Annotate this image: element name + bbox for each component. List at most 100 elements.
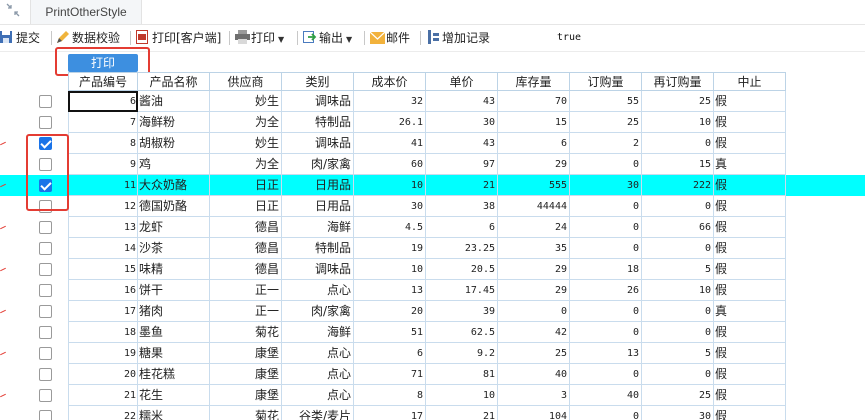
table-row[interactable]: 14 沙茶 德昌 特制品 19 23.25 35 0 0 假	[0, 238, 865, 259]
table-row[interactable]: 11 大众奶酪 日正 日用品 10 21 555 30 222 假	[0, 175, 865, 196]
cell-price[interactable]: 6	[426, 217, 498, 238]
cell-supplier[interactable]: 康堡	[210, 385, 282, 406]
cell-id[interactable]: 7	[68, 112, 138, 133]
cell-supplier[interactable]: 为全	[210, 154, 282, 175]
cell-ordered[interactable]: 40	[570, 385, 642, 406]
cell-id[interactable]: 13	[68, 217, 138, 238]
column-header[interactable]: 再订购量	[642, 72, 714, 91]
cell-price[interactable]: 21	[426, 406, 498, 420]
cell-stop[interactable]: 假	[714, 406, 786, 420]
column-header[interactable]: 单价	[426, 72, 498, 91]
cell-cost[interactable]: 20	[354, 301, 426, 322]
cell-stock[interactable]: 29	[498, 280, 570, 301]
cell-ordered[interactable]: 0	[570, 196, 642, 217]
cell-price[interactable]: 17.45	[426, 280, 498, 301]
cell-reorder[interactable]: 222	[642, 175, 714, 196]
column-header[interactable]: 类别	[282, 72, 354, 91]
column-header[interactable]: 产品名称	[138, 72, 210, 91]
cell-category[interactable]: 谷类/麦片	[282, 406, 354, 420]
cell-id[interactable]: 11	[68, 175, 138, 196]
cell-ordered[interactable]: 0	[570, 364, 642, 385]
table-row[interactable]: 12 德国奶酪 日正 日用品 30 38 44444 0 0 假	[0, 196, 865, 217]
cell-cost[interactable]: 41	[354, 133, 426, 154]
column-header[interactable]: 供应商	[210, 72, 282, 91]
cell-stock[interactable]: 25	[498, 343, 570, 364]
cell-id[interactable]: 14	[68, 238, 138, 259]
cell-cost[interactable]: 19	[354, 238, 426, 259]
row-checkbox[interactable]	[39, 263, 52, 276]
cell-price[interactable]: 43	[426, 91, 498, 112]
cell-name[interactable]: 鸡	[138, 154, 210, 175]
cell-id[interactable]: 21	[68, 385, 138, 406]
cell-id[interactable]: 19	[68, 343, 138, 364]
row-checkbox[interactable]	[39, 284, 52, 297]
cell-ordered[interactable]: 2	[570, 133, 642, 154]
cell-reorder[interactable]: 5	[642, 259, 714, 280]
cell-name[interactable]: 大众奶酪	[138, 175, 210, 196]
cell-name[interactable]: 沙茶	[138, 238, 210, 259]
cell-stock[interactable]: 15	[498, 112, 570, 133]
cell-supplier[interactable]: 康堡	[210, 343, 282, 364]
row-checkbox[interactable]	[39, 326, 52, 339]
cell-id[interactable]: 8	[68, 133, 138, 154]
cell-category[interactable]: 特制品	[282, 112, 354, 133]
cell-supplier[interactable]: 日正	[210, 175, 282, 196]
cell-category[interactable]: 肉/家禽	[282, 301, 354, 322]
cell-price[interactable]: 30	[426, 112, 498, 133]
cell-price[interactable]: 81	[426, 364, 498, 385]
row-checkbox[interactable]	[39, 368, 52, 381]
cell-reorder[interactable]: 5	[642, 343, 714, 364]
cell-stock[interactable]: 0	[498, 301, 570, 322]
cell-name[interactable]: 胡椒粉	[138, 133, 210, 154]
cell-stop[interactable]: 真	[714, 154, 786, 175]
table-row[interactable]: 18 墨鱼 菊花 海鲜 51 62.5 42 0 0 假	[0, 322, 865, 343]
cell-reorder[interactable]: 30	[642, 406, 714, 420]
cell-cost[interactable]: 71	[354, 364, 426, 385]
table-row[interactable]: 17 猪肉 正一 肉/家禽 20 39 0 0 0 真	[0, 301, 865, 322]
cell-stop[interactable]: 假	[714, 175, 786, 196]
cell-name[interactable]: 海鲜粉	[138, 112, 210, 133]
cell-stock[interactable]: 555	[498, 175, 570, 196]
cell-stop[interactable]: 假	[714, 280, 786, 301]
cell-reorder[interactable]: 0	[642, 133, 714, 154]
cell-ordered[interactable]: 55	[570, 91, 642, 112]
table-row[interactable]: 21 花生 康堡 点心 8 10 3 40 25 假	[0, 385, 865, 406]
cell-cost[interactable]: 17	[354, 406, 426, 420]
table-row[interactable]: 20 桂花糕 康堡 点心 71 81 40 0 0 假	[0, 364, 865, 385]
cell-reorder[interactable]: 15	[642, 154, 714, 175]
cell-price[interactable]: 23.25	[426, 238, 498, 259]
cell-price[interactable]: 97	[426, 154, 498, 175]
cell-stock[interactable]: 70	[498, 91, 570, 112]
cell-name[interactable]: 饼干	[138, 280, 210, 301]
column-header[interactable]: 产品编号	[68, 72, 138, 91]
cell-reorder[interactable]: 0	[642, 238, 714, 259]
cell-category[interactable]: 特制品	[282, 238, 354, 259]
cell-stock[interactable]: 104	[498, 406, 570, 420]
table-row[interactable]: 15 味精 德昌 调味品 10 20.5 29 18 5 假	[0, 259, 865, 280]
cell-price[interactable]: 39	[426, 301, 498, 322]
cell-stop[interactable]: 假	[714, 91, 786, 112]
cell-cost[interactable]: 10	[354, 175, 426, 196]
cell-ordered[interactable]: 0	[570, 154, 642, 175]
cell-id[interactable]: 12	[68, 196, 138, 217]
cell-reorder[interactable]: 25	[642, 385, 714, 406]
table-row[interactable]: 7 海鲜粉 为全 特制品 26.1 30 15 25 10 假	[0, 112, 865, 133]
column-header[interactable]: 中止	[714, 72, 786, 91]
cell-supplier[interactable]: 德昌	[210, 217, 282, 238]
cell-stop[interactable]: 假	[714, 343, 786, 364]
cell-stop[interactable]: 假	[714, 133, 786, 154]
cell-cost[interactable]: 51	[354, 322, 426, 343]
cell-supplier[interactable]: 菊花	[210, 406, 282, 420]
cell-category[interactable]: 调味品	[282, 259, 354, 280]
table-row[interactable]: 9 鸡为全 肉/家禽 60 97 29 0 15 真	[0, 154, 865, 175]
cell-name[interactable]: 糖果	[138, 343, 210, 364]
cell-price[interactable]: 38	[426, 196, 498, 217]
cell-stop[interactable]: 真	[714, 301, 786, 322]
cell-cost[interactable]: 13	[354, 280, 426, 301]
cell-stock[interactable]: 29	[498, 259, 570, 280]
cell-name[interactable]: 桂花糕	[138, 364, 210, 385]
cell-price[interactable]: 10	[426, 385, 498, 406]
cell-supplier[interactable]: 妙生	[210, 133, 282, 154]
add-record-button[interactable]: 增加记录	[426, 28, 490, 48]
cell-price[interactable]: 9.2	[426, 343, 498, 364]
